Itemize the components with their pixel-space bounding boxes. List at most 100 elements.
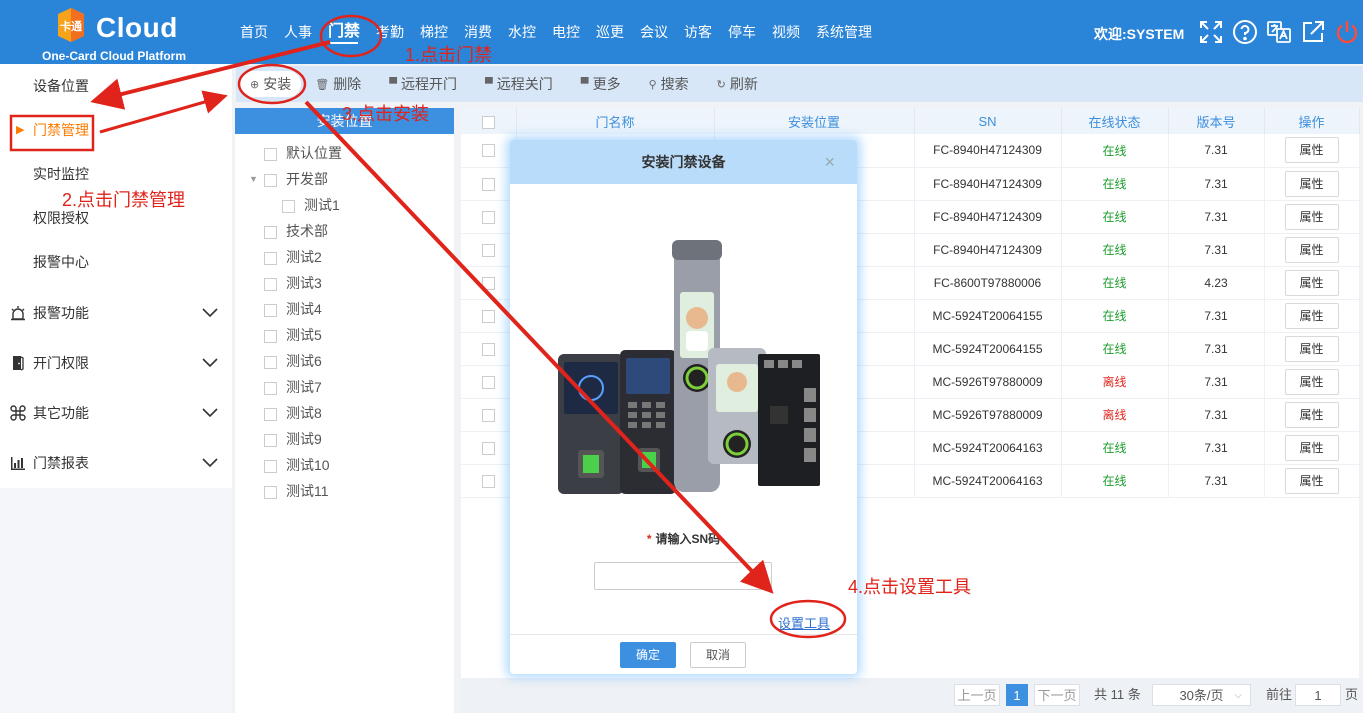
sn-input[interactable] bbox=[594, 562, 772, 590]
nav-item-8[interactable]: 巡更 bbox=[588, 0, 632, 64]
power-icon[interactable] bbox=[1334, 19, 1360, 45]
expand-arrow-icon[interactable]: ▼ bbox=[249, 166, 258, 192]
tree-node[interactable]: 测试11 bbox=[235, 478, 454, 504]
more-button[interactable]: ▀ 更多 bbox=[567, 71, 635, 97]
nav-item-13[interactable]: 系统管理 bbox=[808, 0, 880, 64]
tree-node[interactable]: 测试3 bbox=[235, 270, 454, 296]
row-checkbox[interactable] bbox=[481, 408, 495, 422]
version-cell: 7.31 bbox=[1168, 134, 1265, 168]
action-cell: 属性 bbox=[1264, 431, 1360, 465]
tree-node-checkbox[interactable] bbox=[264, 407, 277, 421]
sidebar-group-alarm[interactable]: 报警功能 bbox=[0, 288, 232, 338]
help-icon[interactable] bbox=[1232, 19, 1258, 45]
row-checkbox[interactable] bbox=[481, 441, 495, 455]
tree-node[interactable]: 默认位置 bbox=[235, 140, 454, 166]
tree-node-checkbox[interactable] bbox=[264, 459, 277, 473]
sidebar-item-alarm-center[interactable]: 报警中心 bbox=[0, 240, 232, 284]
setting-tool-link[interactable]: 设置工具 bbox=[778, 613, 830, 632]
remote-open-button[interactable]: ▀ 远程开门 bbox=[375, 71, 471, 97]
close-icon[interactable]: × bbox=[824, 140, 835, 184]
nav-item-10[interactable]: 访客 bbox=[676, 0, 720, 64]
row-select-cell bbox=[461, 365, 517, 399]
sidebar-group-door-permission[interactable]: 开门权限 bbox=[0, 338, 232, 388]
nav-item-1[interactable]: 人事 bbox=[276, 0, 320, 64]
delete-button[interactable]: 🗑 删除 bbox=[301, 71, 375, 97]
tree-node[interactable]: 技术部 bbox=[235, 218, 454, 244]
tree-node[interactable]: ▼ 开发部 bbox=[235, 166, 454, 192]
action-cell: 属性 bbox=[1264, 266, 1360, 300]
sidebar-item-access-management[interactable]: 门禁管理 bbox=[0, 108, 232, 152]
row-checkbox[interactable] bbox=[481, 342, 495, 356]
row-checkbox[interactable] bbox=[481, 210, 495, 224]
tree-node[interactable]: 测试1 bbox=[235, 192, 454, 218]
tree-node-checkbox[interactable] bbox=[264, 147, 277, 161]
tree-node-checkbox[interactable] bbox=[264, 225, 277, 239]
version-cell: 7.31 bbox=[1168, 332, 1265, 366]
row-checkbox[interactable] bbox=[481, 375, 495, 389]
column-header: 安装位置 bbox=[714, 108, 915, 134]
sidebar-group-other[interactable]: 其它功能 bbox=[0, 388, 232, 438]
tree-node-checkbox[interactable] bbox=[264, 381, 277, 395]
row-checkbox[interactable] bbox=[481, 474, 495, 488]
sidebar-group-report[interactable]: 门禁报表 bbox=[0, 438, 232, 488]
properties-button[interactable]: 属性 bbox=[1284, 401, 1339, 428]
tree-node[interactable]: 测试4 bbox=[235, 296, 454, 322]
tree-node[interactable]: 测试5 bbox=[235, 322, 454, 348]
properties-button[interactable]: 属性 bbox=[1284, 335, 1339, 362]
page-number-current[interactable]: 1 bbox=[1006, 684, 1028, 706]
tree-node[interactable]: 测试8 bbox=[235, 400, 454, 426]
properties-button[interactable]: 属性 bbox=[1284, 236, 1339, 263]
tree-node[interactable]: 测试10 bbox=[235, 452, 454, 478]
properties-button[interactable]: 属性 bbox=[1284, 203, 1339, 230]
nav-item-11[interactable]: 停车 bbox=[720, 0, 764, 64]
tree-node-checkbox[interactable] bbox=[264, 277, 277, 291]
nav-item-12[interactable]: 视频 bbox=[764, 0, 808, 64]
row-checkbox[interactable] bbox=[481, 144, 495, 158]
nav-item-7[interactable]: 电控 bbox=[544, 0, 588, 64]
select-all-checkbox[interactable] bbox=[481, 115, 495, 129]
nav-item-6[interactable]: 水控 bbox=[500, 0, 544, 64]
tree-node[interactable]: 测试2 bbox=[235, 244, 454, 270]
row-checkbox[interactable] bbox=[481, 276, 495, 290]
properties-button[interactable]: 属性 bbox=[1284, 434, 1339, 461]
install-button[interactable]: ⊕ 安装 bbox=[240, 71, 302, 97]
translate-icon[interactable] bbox=[1266, 19, 1292, 45]
tree-node-checkbox[interactable] bbox=[264, 251, 277, 265]
properties-button[interactable]: 属性 bbox=[1284, 137, 1339, 164]
properties-button[interactable]: 属性 bbox=[1284, 302, 1339, 329]
cancel-button[interactable]: 取消 bbox=[690, 642, 746, 668]
external-link-icon[interactable] bbox=[1300, 19, 1326, 45]
tree-node-checkbox[interactable] bbox=[264, 173, 277, 187]
nav-item-0[interactable]: 首页 bbox=[232, 0, 276, 64]
tree-node-checkbox[interactable] bbox=[264, 355, 277, 369]
tree-node-checkbox[interactable] bbox=[264, 485, 277, 499]
remote-close-button[interactable]: ▀ 远程关门 bbox=[471, 71, 567, 97]
row-checkbox[interactable] bbox=[481, 309, 495, 323]
fullscreen-icon[interactable] bbox=[1198, 19, 1224, 45]
annotation-step1: 1.点击门禁 bbox=[405, 45, 493, 65]
tree-node-checkbox[interactable] bbox=[264, 433, 277, 447]
prev-page-button[interactable]: 上一页 bbox=[954, 684, 1000, 706]
properties-button[interactable]: 属性 bbox=[1284, 467, 1339, 494]
refresh-button[interactable]: ↻ 刷新 bbox=[703, 71, 772, 97]
tree-node-checkbox[interactable] bbox=[264, 303, 277, 317]
properties-button[interactable]: 属性 bbox=[1284, 269, 1339, 296]
properties-button[interactable]: 属性 bbox=[1284, 170, 1339, 197]
confirm-button[interactable]: 确定 bbox=[620, 642, 676, 668]
next-page-button[interactable]: 下一页 bbox=[1034, 684, 1080, 706]
tree-node-checkbox[interactable] bbox=[282, 199, 295, 213]
nav-item-9[interactable]: 会议 bbox=[632, 0, 676, 64]
search-button[interactable]: ⚲ 搜索 bbox=[635, 71, 703, 97]
goto-page-input[interactable]: 1 bbox=[1295, 684, 1341, 706]
tree-node-label: 开发部 bbox=[286, 171, 328, 187]
nav-item-2[interactable]: 门禁 bbox=[320, 0, 368, 64]
tree-node[interactable]: 测试6 bbox=[235, 348, 454, 374]
page-size-select[interactable]: 30条/页 ⌵ bbox=[1152, 684, 1251, 706]
properties-button[interactable]: 属性 bbox=[1284, 368, 1339, 395]
row-checkbox[interactable] bbox=[481, 243, 495, 257]
row-checkbox[interactable] bbox=[481, 177, 495, 191]
tree-node-checkbox[interactable] bbox=[264, 329, 277, 343]
sidebar-item-device-location[interactable]: 设备位置 bbox=[0, 64, 232, 108]
tree-node[interactable]: 测试7 bbox=[235, 374, 454, 400]
tree-node[interactable]: 测试9 bbox=[235, 426, 454, 452]
